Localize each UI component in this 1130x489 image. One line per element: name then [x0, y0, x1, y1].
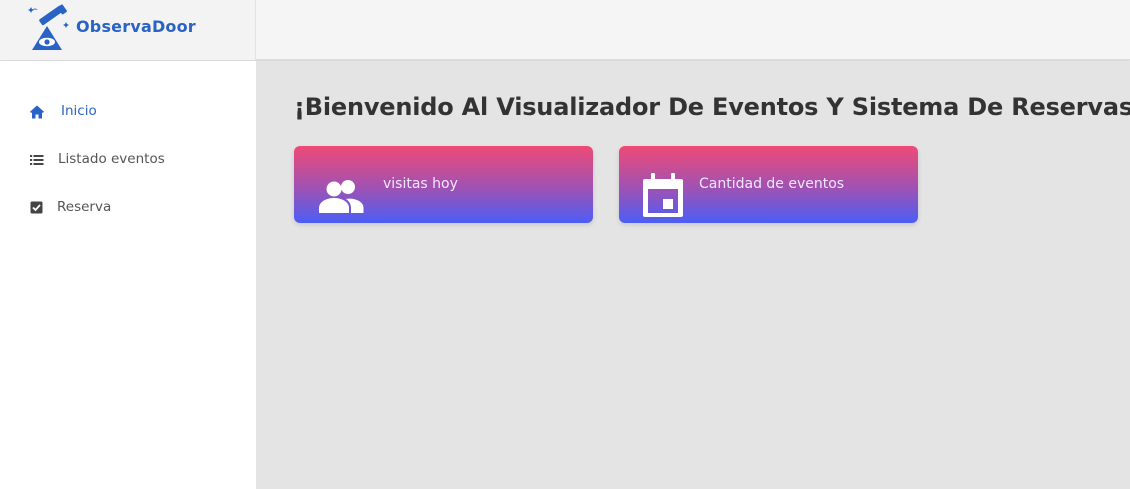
main-content: ¡Bienvenido Al Visualizador De Eventos Y…	[256, 61, 1130, 489]
brand[interactable]: ObservaDoor	[0, 0, 256, 60]
calendar-icon	[643, 173, 683, 217]
brand-name: ObservaDoor	[76, 17, 196, 36]
card-label: Cantidad de eventos	[699, 176, 845, 192]
card-visitas-hoy[interactable]: visitas hoy	[294, 146, 593, 223]
sidebar-item-label: Listado eventos	[58, 151, 165, 167]
checkbox-icon	[30, 201, 43, 214]
sidebar-item-label: Reserva	[57, 199, 112, 215]
sidebar-item-listado-eventos[interactable]: Listado eventos	[0, 140, 256, 180]
card-cantidad-eventos[interactable]: Cantidad de eventos	[619, 146, 918, 223]
sidebar-item-label: Inicio	[61, 103, 97, 119]
home-icon	[30, 105, 44, 119]
sidebar-item-reserva[interactable]: Reserva	[0, 188, 256, 228]
card-label: visitas hoy	[383, 176, 458, 192]
people-icon	[319, 180, 364, 213]
telescope-eye-logo-icon	[28, 4, 69, 50]
page-title: ¡Bienvenido Al Visualizador De Eventos Y…	[294, 93, 1130, 121]
list-icon	[30, 155, 44, 165]
sidebar: Inicio Listado eventos Reserva	[0, 61, 256, 489]
sidebar-item-inicio[interactable]: Inicio	[0, 92, 256, 132]
